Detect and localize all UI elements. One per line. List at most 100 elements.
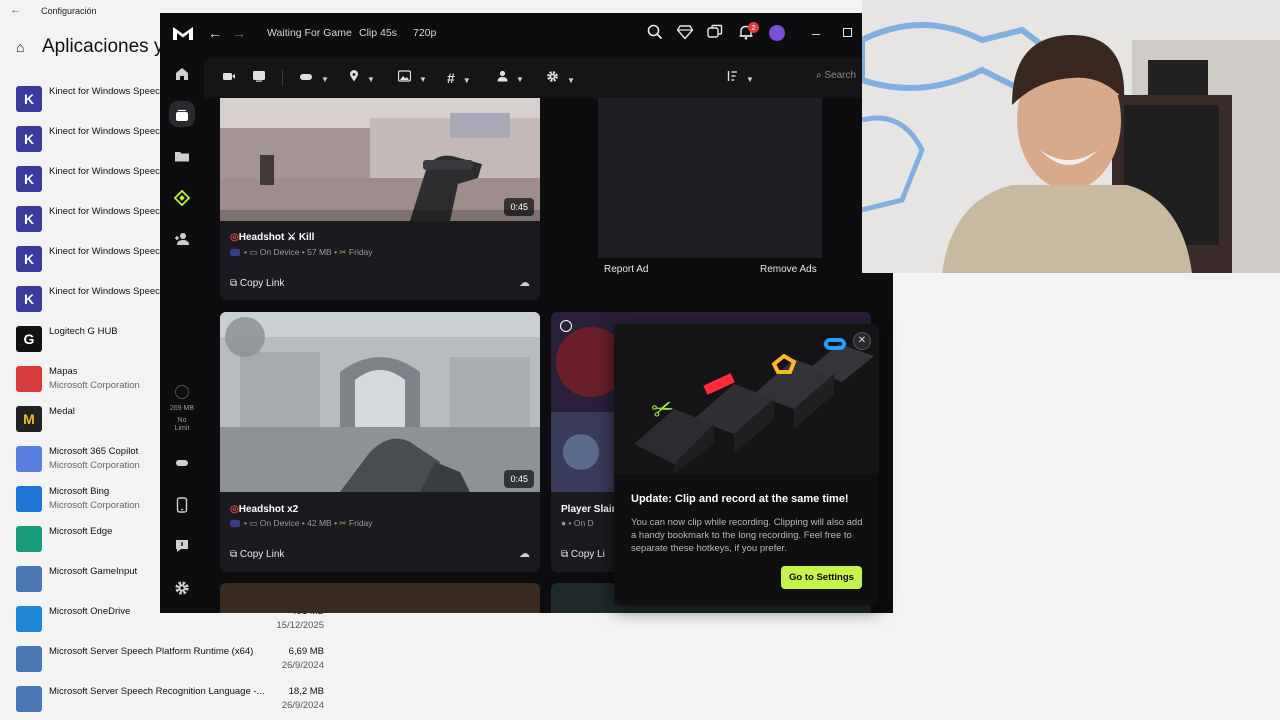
search-icon[interactable] [646, 24, 664, 42]
discover-diamond-icon[interactable] [173, 189, 191, 207]
app-name: Microsoft Server Speech Recognition Lang… [49, 686, 265, 697]
copy-link-label: Copy Li [570, 549, 605, 560]
feedback-icon[interactable] [173, 538, 191, 556]
screen-record-icon[interactable] [252, 70, 266, 86]
copy-link-button[interactable]: ⧉ Copy Link [230, 549, 284, 560]
copy-link-button[interactable]: ⧉ Copy Link [230, 278, 284, 289]
medal-topbar: ← → Waiting For Game Clip 45s 720p 2 – [160, 13, 862, 53]
app-install-date: 26/9/2024 [281, 660, 324, 671]
home-nav-icon[interactable] [173, 66, 191, 84]
quality[interactable]: 720p [413, 27, 436, 39]
clip-card[interactable] [220, 583, 540, 613]
avatar[interactable] [769, 25, 785, 41]
copy-link-label: Copy Link [239, 278, 285, 289]
forward-icon[interactable]: → [230, 24, 248, 42]
settings-title: Configuración [41, 6, 97, 16]
clip-thumbnail[interactable] [220, 98, 540, 221]
target-icon: ◎ [230, 504, 239, 515]
record-camera-icon[interactable] [222, 70, 236, 86]
remove-ads-link[interactable]: Remove Ads [760, 264, 817, 275]
app-publisher: Microsoft Corporation [49, 380, 140, 391]
clip-card[interactable]: 0:45 ◎Headshot x2 • ▭ On Device • 42 MB … [220, 312, 540, 572]
app-name: Kinect for Windows Speech [49, 206, 166, 217]
maximize-icon[interactable] [843, 28, 852, 37]
app-name: Microsoft GameInput [49, 566, 138, 577]
clip-title-text: Headshot x2 [238, 504, 299, 515]
recording-status[interactable]: Waiting For Game [267, 27, 352, 39]
chat-icon[interactable] [706, 24, 724, 42]
back-arrow-icon[interactable]: ← [10, 4, 21, 16]
popup-body: You can now clip while recording. Clippi… [631, 517, 863, 554]
list-item[interactable]: Microsoft Server Speech Recognition Lang… [16, 686, 324, 716]
clip-title: ◎Headshot ⚔ Kill [230, 232, 314, 243]
app-name: Kinect for Windows Speech [49, 166, 166, 177]
cloud-upload-icon[interactable]: ☁ [519, 276, 530, 289]
copilot-icon [16, 446, 42, 472]
tag-filter[interactable]: # ▼ [447, 70, 471, 86]
add-friend-icon[interactable] [173, 231, 191, 249]
game-filter[interactable]: ▼ [299, 70, 329, 86]
kinect-icon: K [16, 286, 42, 312]
clip-meta: • ▭ On Device • 42 MB • ✂ Friday [230, 518, 373, 529]
app-size: 6,69 MB [288, 646, 324, 657]
chevron-down-icon: ▼ [516, 75, 524, 84]
copy-link-button[interactable]: ⧉ Copy Li [561, 549, 605, 560]
go-to-settings-button[interactable]: Go to Settings [781, 566, 862, 589]
select-checkbox[interactable] [560, 320, 572, 332]
minimize-icon[interactable]: – [807, 24, 825, 42]
page-title: ⌂ Aplicaciones y [16, 36, 163, 58]
clip-size: 42 MB [307, 518, 332, 528]
settings-gear-icon[interactable] [173, 580, 191, 598]
back-icon[interactable]: ← [206, 24, 224, 42]
clip-location: On D [573, 518, 594, 528]
chevron-down-icon: ▼ [462, 76, 471, 85]
settings-filter[interactable]: ▼ [546, 70, 575, 86]
keyboard-illustration: ✂ [614, 324, 879, 474]
search-placeholder: Search [824, 70, 857, 81]
list-item[interactable]: Microsoft Server Speech Platform Runtime… [16, 646, 324, 676]
bing-icon [16, 486, 42, 512]
clip-size: 57 MB [307, 247, 332, 257]
device-icon: ▭ [249, 247, 258, 257]
ad-box[interactable] [598, 98, 822, 258]
home-icon: ⌂ [16, 39, 25, 55]
clip-meta: • ▭ On Device • 57 MB • ✂ Friday [230, 247, 373, 258]
kinect-icon: K [16, 206, 42, 232]
copy-icon: ⧉ [230, 278, 238, 289]
sort-button[interactable]: ▼ [726, 70, 754, 86]
app-publisher: Microsoft Corporation [49, 500, 140, 511]
storage-limit: No Limit [174, 417, 190, 432]
report-ad-link[interactable]: Report Ad [604, 264, 648, 275]
clip-title-text: Headshot ⚔ Kill [238, 232, 315, 243]
clip-card[interactable]: 0:45 ◎Headshot ⚔ Kill • ▭ On Device • 57… [220, 98, 540, 300]
copy-icon: ⧉ [230, 549, 238, 560]
update-popup: ✂ ✕ Update: Clip and record at the same … [614, 324, 879, 605]
clips-nav-icon[interactable] [169, 101, 195, 127]
clip-day: Friday [348, 247, 373, 257]
search-input[interactable]: ⌕ Search [816, 70, 856, 81]
clip-thumbnail[interactable] [220, 312, 540, 492]
toolbar-divider [282, 70, 283, 86]
clip-length[interactable]: Clip 45s [359, 27, 397, 39]
app-name: Kinect for Windows Speech [49, 246, 166, 257]
controller-icon[interactable] [173, 454, 191, 472]
game-icon: ● [561, 518, 567, 528]
mobile-icon[interactable] [173, 497, 191, 515]
folder-nav-icon[interactable] [173, 148, 191, 166]
location-filter[interactable]: ▼ [349, 70, 375, 86]
app-name: Microsoft Server Speech Platform Runtime… [49, 646, 254, 657]
installer-icon [16, 646, 42, 672]
app-install-date: 26/9/2024 [281, 700, 324, 711]
logitech-icon: G [16, 326, 42, 352]
app-install-date: 15/12/2025 [276, 620, 324, 631]
game-icon [230, 520, 240, 528]
cloud-upload-icon[interactable]: ☁ [519, 547, 530, 560]
close-popup-button[interactable]: ✕ [853, 332, 871, 350]
media-type-filter[interactable]: ▼ [397, 70, 427, 86]
premium-diamond-icon[interactable] [676, 24, 694, 42]
notification-badge: 2 [748, 22, 759, 33]
app-name: Kinect for Windows Speech [49, 86, 166, 97]
medal-logo-icon[interactable] [172, 25, 194, 41]
medal-sidebar: 269 MB No Limit [160, 53, 204, 613]
user-filter[interactable]: ▼ [497, 70, 524, 86]
